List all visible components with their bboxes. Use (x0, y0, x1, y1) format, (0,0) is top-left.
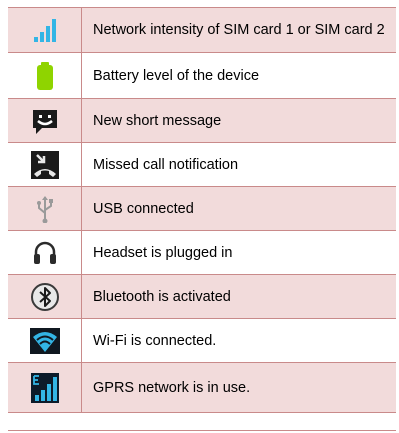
missed-call-icon (30, 150, 59, 179)
icon-cell (8, 7, 82, 53)
row-description: Headset is plugged in (81, 230, 396, 275)
battery-icon (36, 61, 53, 90)
table-row: Battery level of the device (8, 52, 396, 99)
table-row: Network intensity of SIM card 1 or SIM c… (8, 7, 396, 53)
status-icon-table: Network intensity of SIM card 1 or SIM c… (8, 7, 396, 413)
table-row: Bluetooth is activated (8, 274, 396, 319)
row-description: Bluetooth is activated (81, 274, 396, 319)
signal-bars-icon (33, 19, 56, 42)
table-row: USB connected (8, 186, 396, 231)
icon-cell (8, 186, 82, 231)
icon-cell (8, 52, 82, 99)
message-icon (32, 109, 57, 134)
table-row: Wi-Fi is connected. (8, 318, 396, 363)
icon-cell (8, 142, 82, 187)
row-description: Battery level of the device (81, 52, 396, 99)
row-description: Wi-Fi is connected. (81, 318, 396, 363)
gprs-icon (30, 372, 59, 403)
icon-cell (8, 318, 82, 363)
wifi-icon (29, 327, 60, 354)
usb-icon (36, 195, 53, 223)
bottom-rule (8, 430, 396, 431)
headset-icon (33, 241, 56, 264)
icon-cell (8, 362, 82, 413)
table-row: GPRS network is in use. (8, 362, 396, 413)
row-description: USB connected (81, 186, 396, 231)
row-description: Network intensity of SIM card 1 or SIM c… (81, 7, 396, 53)
bluetooth-icon (30, 282, 59, 311)
row-description: New short message (81, 98, 396, 143)
table-row: Headset is plugged in (8, 230, 396, 275)
icon-cell (8, 98, 82, 143)
icon-cell (8, 230, 82, 275)
row-description: Missed call notification (81, 142, 396, 187)
icon-cell (8, 274, 82, 319)
table-row: Missed call notification (8, 142, 396, 187)
table-row: New short message (8, 98, 396, 143)
row-description: GPRS network is in use. (81, 362, 396, 413)
